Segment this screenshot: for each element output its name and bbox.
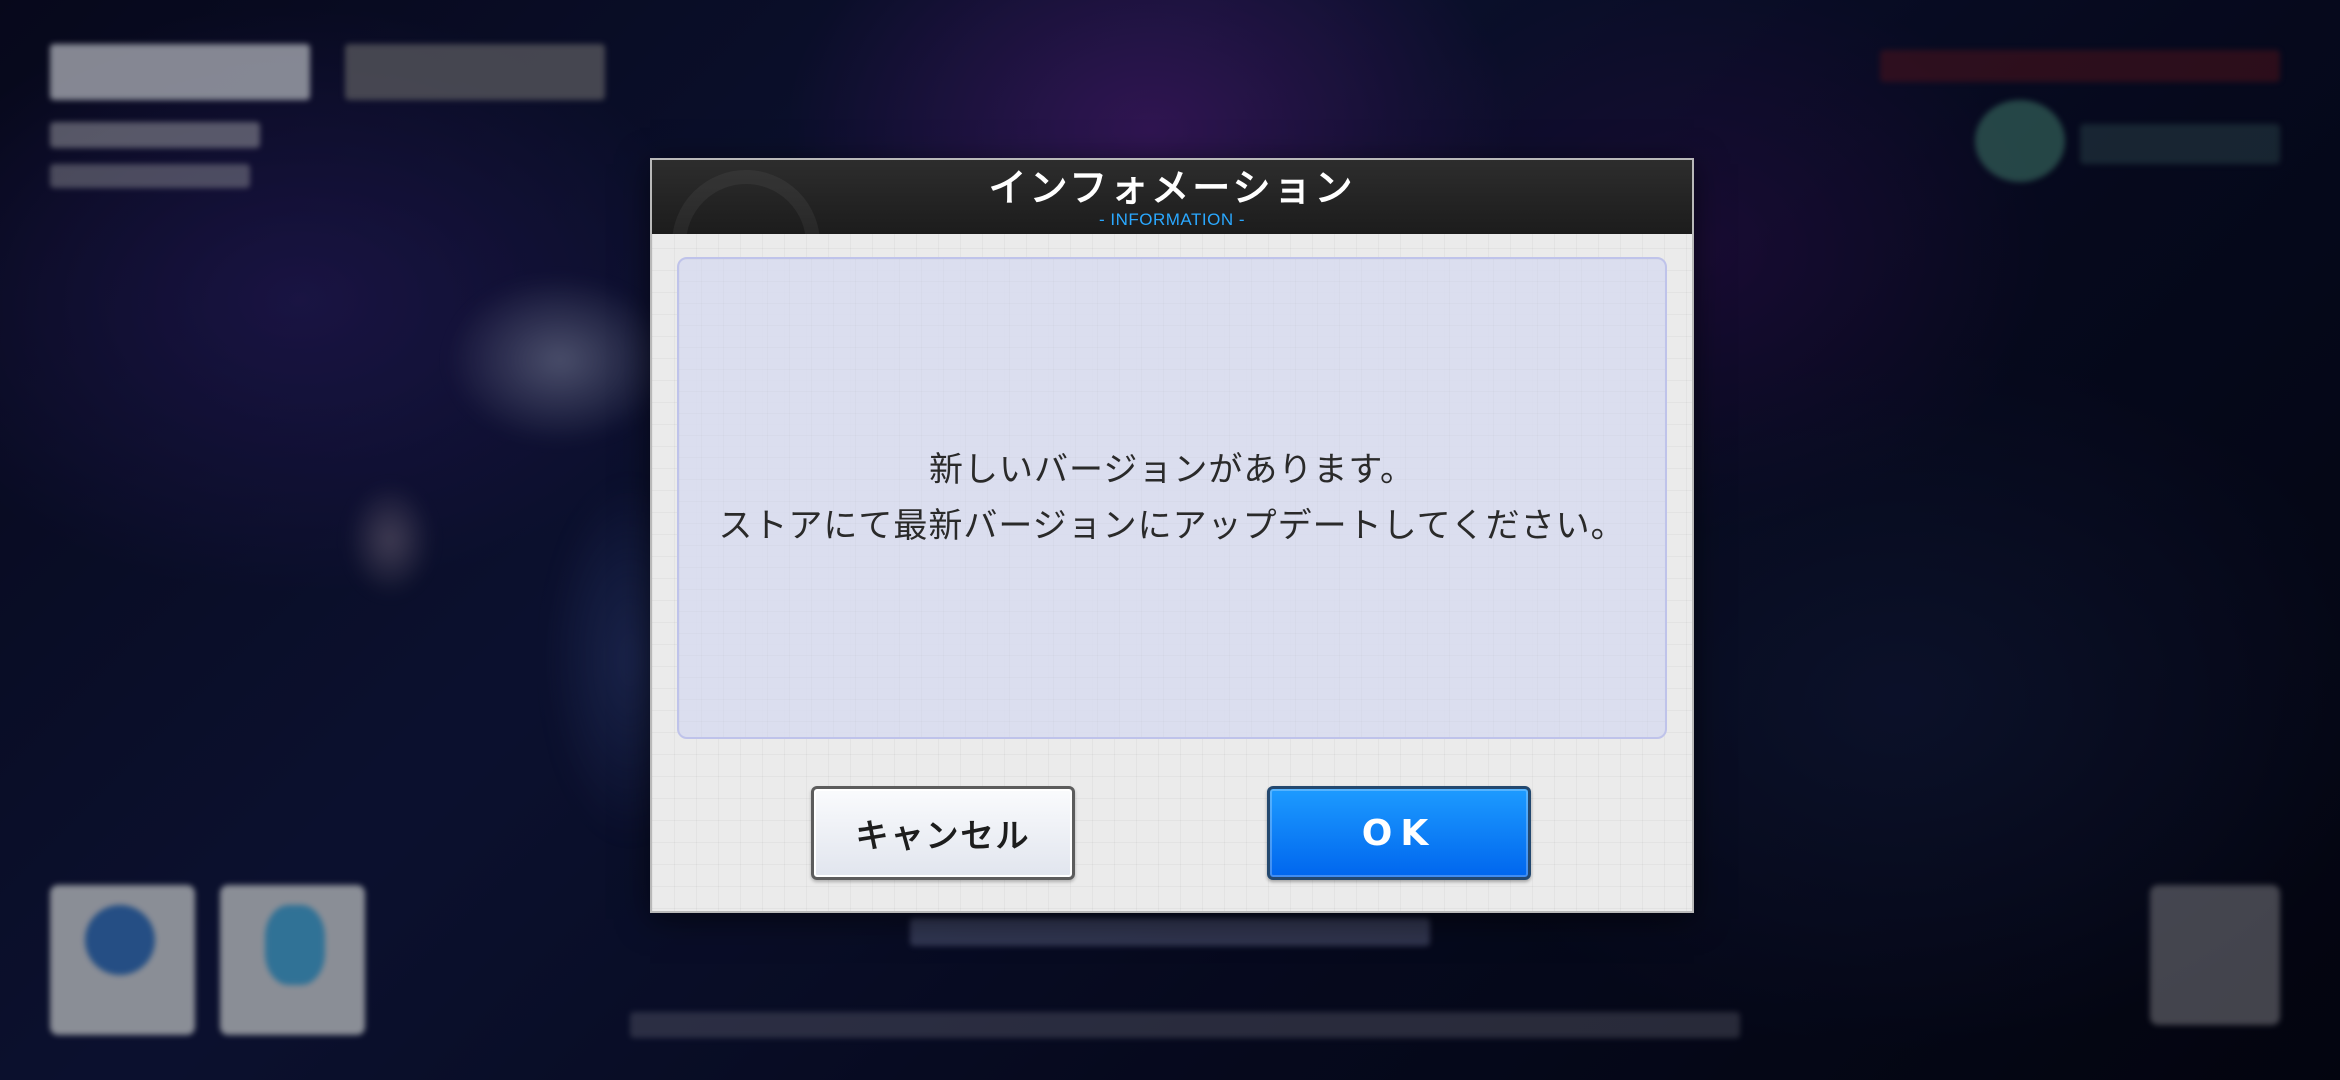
message-panel: 新しいバージョンがあります。 ストアにて最新バージョンにアップデートしてください… [677,257,1667,739]
cancel-button-label: キャンセル [855,816,1031,855]
ok-button[interactable]: OK [1267,786,1531,880]
information-dialog: インフォメーション - INFORMATION - 新しいバージョンがあります。… [650,158,1694,913]
message-line: ストアにて最新バージョンにアップデートしてください。 [718,506,1626,546]
ok-button-label: OK [1361,812,1437,854]
dialog-subtitle: - INFORMATION - [1099,210,1245,229]
game-screen: インフォメーション - INFORMATION - 新しいバージョンがあります。… [0,0,2340,1080]
cancel-button[interactable]: キャンセル [811,786,1075,880]
dialog-title: インフォメーション [988,165,1356,210]
dialog-header: インフォメーション - INFORMATION - [652,160,1692,234]
message-line: 新しいバージョンがあります。 [929,450,1415,490]
